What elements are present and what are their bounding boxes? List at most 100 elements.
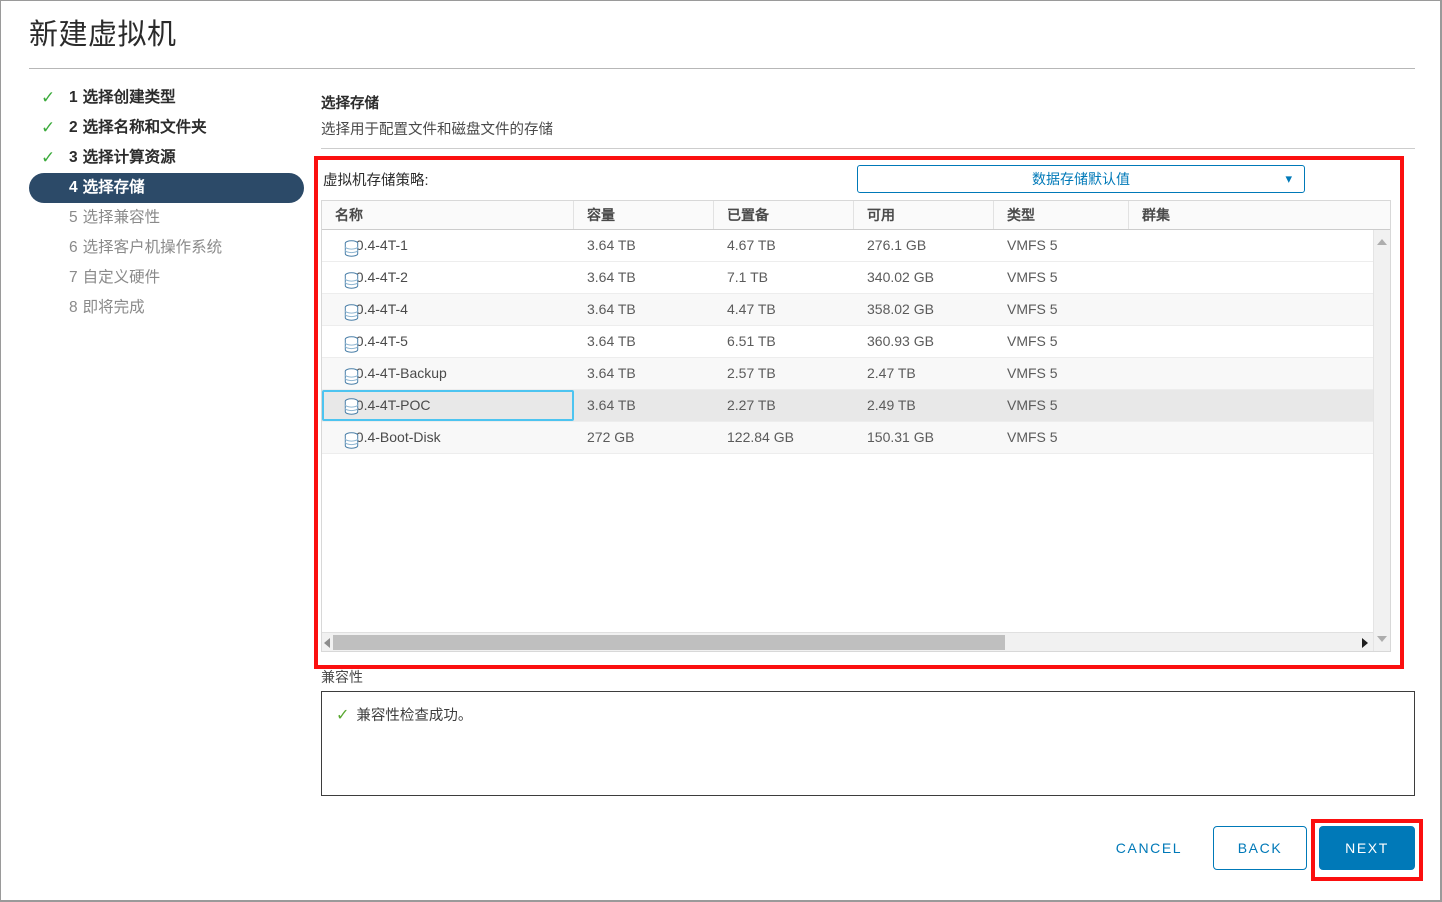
- wizard-step-label: 选择兼容性: [82, 209, 161, 226]
- step-complete-check-icon: ✓: [41, 88, 56, 107]
- wizard-step-number: 1: [69, 89, 78, 106]
- panel-subtitle: 选择用于配置文件和磁盘文件的存储: [321, 122, 553, 138]
- column-header[interactable]: 容量: [574, 201, 714, 229]
- wizard-step-label: 选择创建类型: [82, 89, 176, 106]
- table-cell-provisioned: 2.57 TB: [727, 365, 776, 381]
- table-cell-provisioned: 4.47 TB: [727, 301, 776, 317]
- datastore-name: 10.4-4T-Backup: [348, 365, 447, 381]
- wizard-step-number: 3: [69, 149, 78, 166]
- storage-policy-value: 数据存储默认值: [1032, 171, 1130, 187]
- table-cell-type: VMFS 5: [1007, 269, 1058, 285]
- wizard-step-6[interactable]: 6 选择客户机操作系统: [29, 233, 304, 263]
- table-row[interactable]: 10.4-4T-2 3.64 TB 7.1 TB 340.02 GB VMFS 5: [322, 262, 1390, 294]
- datastore-icon: [344, 237, 359, 257]
- table-row[interactable]: 10.4-4T-5 3.64 TB 6.51 TB 360.93 GB VMFS 5: [322, 326, 1390, 358]
- table-cell-name: 10.4-4T-1: [322, 230, 574, 261]
- table-cell-name: 10.4-4T-4: [322, 294, 574, 325]
- table-cell-capacity: 3.64 TB: [587, 237, 636, 253]
- table-cell-cluster: [1129, 230, 1370, 261]
- table-cell-free: 2.47 TB: [867, 365, 916, 381]
- compatibility-panel: ✓ 兼容性检查成功。: [321, 691, 1415, 796]
- table-cell-capacity: 3.64 TB: [587, 301, 636, 317]
- wizard-step-label: 选择计算资源: [82, 149, 176, 166]
- table-cell-provisioned: 2.27 TB: [727, 397, 776, 413]
- table-cell-capacity: 3.64 TB: [587, 333, 636, 349]
- table-cell-provisioned: 7.1 TB: [727, 269, 768, 285]
- scroll-down-icon[interactable]: [1377, 636, 1387, 642]
- wizard-step-2[interactable]: ✓ 2 选择名称和文件夹: [29, 113, 304, 143]
- table-row[interactable]: 10.4-4T-POC 3.64 TB 2.27 TB 2.49 TB VMFS 5: [322, 390, 1390, 422]
- horizontal-scrollbar-thumb[interactable]: [333, 635, 1005, 650]
- table-cell-capacity: 3.64 TB: [587, 397, 636, 413]
- table-cell-type: VMFS 5: [1007, 365, 1058, 381]
- wizard-step-8[interactable]: 8 即将完成: [29, 293, 304, 323]
- datastore-icon: [344, 365, 359, 385]
- table-row[interactable]: 10.4-4T-1 3.64 TB 4.67 TB 276.1 GB VMFS 5: [322, 230, 1390, 262]
- storage-policy-select[interactable]: 数据存储默认值 ▾: [857, 165, 1305, 193]
- wizard-step-label: 选择名称和文件夹: [82, 119, 207, 136]
- table-cell-free: 2.49 TB: [867, 397, 916, 413]
- cancel-button[interactable]: CANCEL: [1109, 834, 1189, 862]
- wizard-step-number: 7: [69, 269, 78, 286]
- wizard-step-4[interactable]: 4 选择存储: [29, 173, 304, 203]
- scroll-up-icon[interactable]: [1377, 239, 1387, 245]
- datastore-table: 名称 容量 已置备 可用 类型 群集 10.4-4T-1 3.64 TB 4.67 TB 276…: [321, 200, 1391, 652]
- page-title: 新建虚拟机: [29, 19, 177, 51]
- check-icon: ✓: [336, 707, 350, 724]
- wizard-step-label: 自定义硬件: [82, 269, 161, 286]
- table-cell-type: VMFS 5: [1007, 237, 1058, 253]
- chevron-down-icon: ▾: [1285, 171, 1292, 186]
- datastore-icon: [344, 429, 359, 449]
- wizard-step-label: 即将完成: [82, 299, 145, 316]
- wizard-step-number: 8: [69, 299, 78, 316]
- column-header[interactable]: 名称: [322, 201, 574, 229]
- column-header[interactable]: 已置备: [714, 201, 854, 229]
- table-cell-type: VMFS 5: [1007, 429, 1058, 445]
- wizard-step-7[interactable]: 7 自定义硬件: [29, 263, 304, 293]
- table-row[interactable]: 10.4-4T-Backup 3.64 TB 2.57 TB 2.47 TB VMFS …: [322, 358, 1390, 390]
- wizard-step-number: 5: [69, 209, 78, 226]
- wizard-step-3[interactable]: ✓ 3 选择计算资源: [29, 143, 304, 173]
- table-cell-cluster: [1129, 358, 1370, 389]
- datastore-icon: [344, 269, 359, 289]
- column-header[interactable]: 群集: [1129, 201, 1370, 229]
- table-cell-type: VMFS 5: [1007, 301, 1058, 317]
- panel-title: 选择存储: [321, 96, 379, 112]
- datastore-icon: [344, 333, 359, 353]
- table-row[interactable]: 10.4-4T-4 3.64 TB 4.47 TB 358.02 GB VMFS 5: [322, 294, 1390, 326]
- table-cell-name: 10.4-Boot-Disk: [322, 422, 574, 453]
- back-button[interactable]: BACK: [1213, 826, 1307, 870]
- scroll-right-icon[interactable]: [1362, 638, 1368, 648]
- table-row[interactable]: 10.4-Boot-Disk 272 GB 122.84 GB 150.31 GB VM…: [322, 422, 1390, 454]
- table-cell-cluster: [1129, 262, 1370, 293]
- table-cell-name: 10.4-4T-5: [322, 326, 574, 357]
- table-cell-type: VMFS 5: [1007, 333, 1058, 349]
- column-header[interactable]: 可用: [854, 201, 994, 229]
- datastore-icon: [344, 397, 359, 415]
- compatibility-label: 兼容性: [321, 669, 363, 685]
- table-cell-name: 10.4-4T-POC: [322, 390, 574, 421]
- wizard-step-list: ✓ 1 选择创建类型 ✓ 2 选择名称和文件夹 ✓ 3 选择计算资源 4 选择存储 5 选择兼容性 6 选择…: [29, 83, 304, 323]
- wizard-step-label: 选择存储: [82, 179, 145, 196]
- table-cell-cluster: [1129, 326, 1370, 357]
- column-header[interactable]: 类型: [994, 201, 1129, 229]
- table-cell-capacity: 3.64 TB: [587, 269, 636, 285]
- wizard-step-5[interactable]: 5 选择兼容性: [29, 203, 304, 233]
- wizard-step-number: 4: [69, 179, 78, 196]
- panel-divider: [321, 148, 1415, 149]
- wizard-step-1[interactable]: ✓ 1 选择创建类型: [29, 83, 304, 113]
- datastore-name: 10.4-Boot-Disk: [348, 429, 441, 445]
- table-cell-provisioned: 122.84 GB: [727, 429, 794, 445]
- table-cell-provisioned: 6.51 TB: [727, 333, 776, 349]
- title-divider: [29, 68, 1415, 69]
- table-cell-free: 360.93 GB: [867, 333, 934, 349]
- vertical-scrollbar[interactable]: [1373, 230, 1390, 651]
- horizontal-scrollbar[interactable]: [322, 632, 1390, 651]
- table-cell-free: 276.1 GB: [867, 237, 927, 253]
- scroll-left-icon[interactable]: [324, 638, 330, 648]
- storage-policy-label: 虚拟机存储策略:: [323, 173, 429, 189]
- next-button[interactable]: NEXT: [1319, 826, 1415, 870]
- table-cell-cluster: [1129, 294, 1370, 325]
- step-complete-check-icon: ✓: [41, 118, 56, 137]
- table-header-row: 名称 容量 已置备 可用 类型 群集: [322, 201, 1390, 230]
